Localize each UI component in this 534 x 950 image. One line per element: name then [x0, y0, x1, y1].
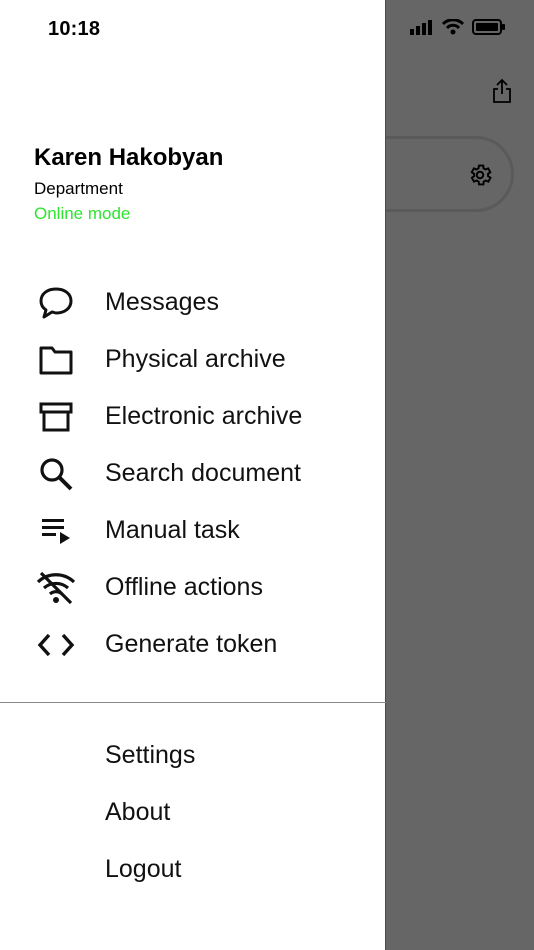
menu-item-label: Electronic archive: [105, 402, 303, 430]
menu-item-about[interactable]: About: [0, 786, 386, 843]
status-time: 10:18: [48, 18, 101, 40]
menu-item-settings[interactable]: Settings: [0, 729, 386, 786]
status-indicators: [410, 19, 506, 35]
menu-item-label: Logout: [105, 855, 182, 883]
menu-item-logout[interactable]: Logout: [0, 843, 386, 900]
menu-item-label: Offline actions: [105, 573, 263, 601]
menu-item-label: Physical archive: [105, 345, 286, 373]
menu-item-label: Manual task: [105, 516, 240, 544]
signal-icon: [410, 19, 434, 35]
chat-bubble-icon: [34, 283, 78, 323]
gear-icon[interactable]: [464, 159, 496, 191]
menu-item-physical-archive[interactable]: Physical archive: [0, 331, 386, 388]
menu-item-electronic-archive[interactable]: Electronic archive: [0, 388, 386, 445]
menu-item-manual-task[interactable]: Manual task: [0, 502, 386, 559]
connection-mode: Online mode: [34, 204, 131, 223]
playlist-play-icon: [34, 511, 78, 551]
menu-item-generate-token[interactable]: Generate token: [0, 616, 386, 673]
menu-item-label: About: [105, 798, 171, 826]
navigation-drawer: 10:18 Karen Hakobyan Department Online m…: [0, 0, 386, 950]
wifi-off-icon: [34, 568, 78, 608]
menu-item-label: Settings: [105, 741, 196, 769]
main-menu: Messages Physical archive Electronic arc…: [0, 274, 386, 673]
archive-box-icon: [34, 397, 78, 437]
menu-item-search-document[interactable]: Search document: [0, 445, 386, 502]
code-brackets-icon: [34, 625, 78, 665]
user-name: Karen Hakobyan: [34, 144, 224, 171]
wifi-icon: [442, 19, 464, 35]
share-icon[interactable]: [488, 76, 516, 106]
menu-item-label: Generate token: [105, 630, 278, 658]
user-department: Department: [34, 179, 123, 198]
search-icon: [34, 454, 78, 494]
battery-icon: [472, 19, 506, 35]
menu-divider: [0, 702, 386, 703]
secondary-menu: Settings About Logout: [0, 729, 386, 900]
menu-item-label: Search document: [105, 459, 301, 487]
menu-item-label: Messages: [105, 288, 219, 316]
menu-item-messages[interactable]: Messages: [0, 274, 386, 331]
menu-item-offline-actions[interactable]: Offline actions: [0, 559, 386, 616]
folder-icon: [34, 340, 78, 380]
